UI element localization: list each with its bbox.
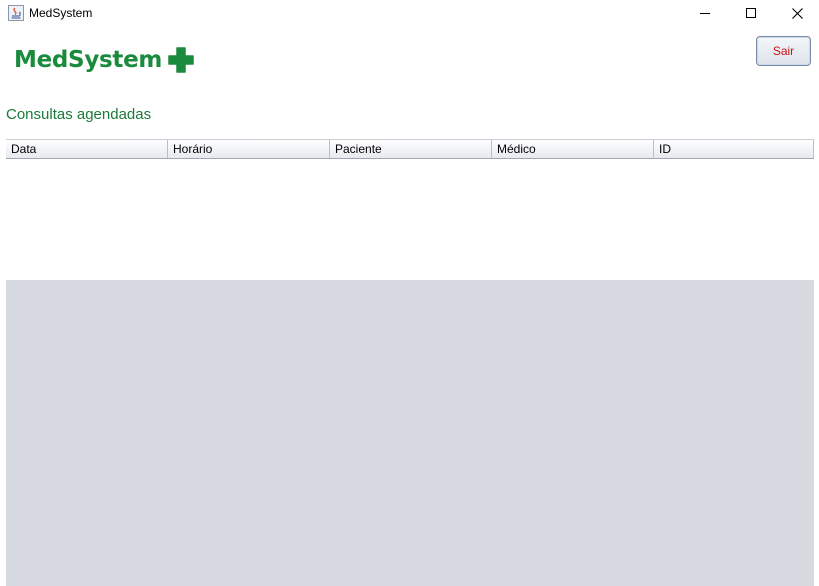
maximize-button[interactable]	[728, 0, 774, 26]
section-title: Consultas agendadas	[6, 106, 152, 123]
close-icon	[791, 7, 803, 19]
column-header-id[interactable]: ID	[654, 140, 814, 158]
window-title: MedSystem	[29, 6, 93, 20]
java-app-icon	[8, 5, 24, 21]
table-viewport-empty-area	[6, 280, 814, 586]
logo-text: MedSystem	[14, 47, 163, 73]
medsystem-logo: MedSystem	[14, 43, 194, 77]
exit-button[interactable]: Sair	[756, 36, 811, 66]
maximize-icon	[746, 8, 756, 18]
close-button[interactable]	[774, 0, 819, 26]
title-bar: MedSystem	[0, 0, 819, 26]
appointments-table-body[interactable]	[6, 159, 814, 280]
medical-cross-icon	[168, 47, 194, 73]
column-header-horario[interactable]: Horário	[168, 140, 330, 158]
column-header-paciente[interactable]: Paciente	[330, 140, 492, 158]
minimize-icon	[700, 13, 710, 14]
column-header-data[interactable]: Data	[6, 140, 168, 158]
appointments-table-header: Data Horário Paciente Médico ID	[6, 139, 814, 159]
minimize-button[interactable]	[682, 0, 728, 26]
column-header-medico[interactable]: Médico	[492, 140, 654, 158]
